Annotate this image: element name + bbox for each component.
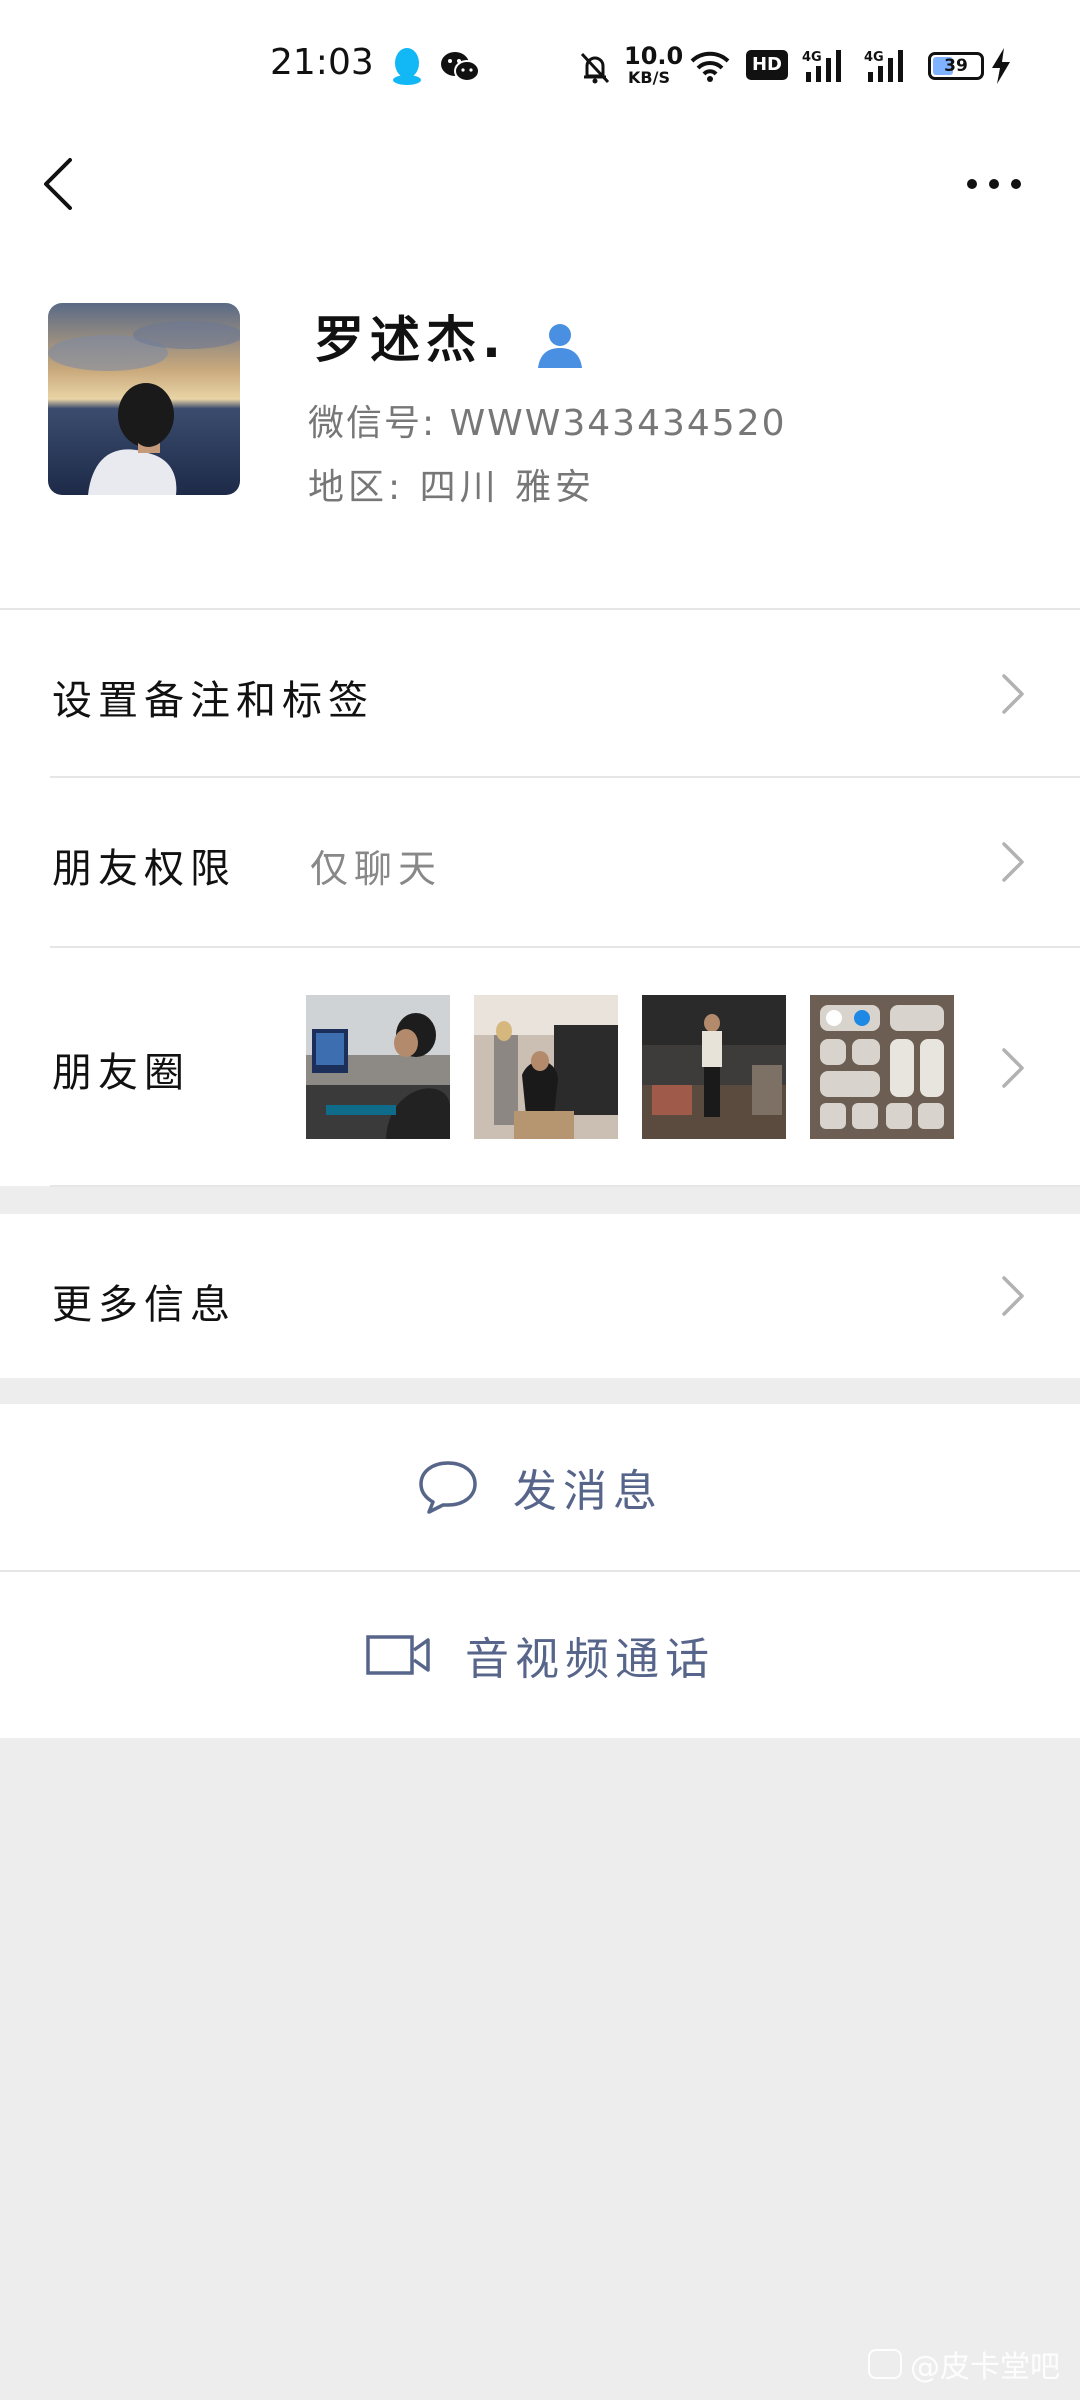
back-chevron-icon[interactable] (38, 156, 78, 212)
battery-icon: 39 (928, 52, 984, 80)
wechat-icon (441, 52, 480, 82)
svg-text:4G: 4G (864, 50, 884, 65)
network-speed-value: 10.0 (624, 42, 684, 70)
moment-photo-thumbnail[interactable] (642, 995, 786, 1139)
friend-permissions-row[interactable]: 朋友权限 仅聊天 (0, 778, 1080, 946)
avatar[interactable] (48, 303, 240, 495)
network-speed: 10.0 KB/S (624, 42, 684, 87)
signal-icon: 4G (802, 50, 841, 82)
wechat-id: 微信号: WWW343434520 (308, 403, 787, 444)
send-message-label: 发消息 (513, 1466, 663, 1517)
video-call-button[interactable]: 音视频通话 (0, 1572, 1080, 1738)
wifi-icon (690, 51, 730, 82)
chevron-right-icon (1002, 1048, 1024, 1088)
send-message-button[interactable]: 发消息 (0, 1404, 1080, 1570)
chevron-right-icon (1002, 842, 1024, 882)
moments-label: 朋友圈 (52, 1050, 190, 1096)
battery-level: 39 (944, 56, 968, 76)
qq-icon (393, 48, 421, 85)
signal-icon: 4G (864, 50, 903, 82)
more-info-row[interactable]: 更多信息 (0, 1214, 1080, 1378)
more-dots-icon[interactable] (964, 170, 1024, 198)
chevron-right-icon (1002, 1276, 1024, 1316)
more-info-label: 更多信息 (52, 1282, 236, 1328)
moment-photo-thumbnail[interactable] (810, 995, 954, 1139)
svg-text:4G: 4G (802, 50, 822, 65)
watermark-logo-icon (868, 2349, 902, 2379)
remark-tags-label: 设置备注和标签 (52, 678, 374, 724)
moment-photo-thumbnail[interactable] (306, 995, 450, 1139)
remark-tags-row[interactable]: 设置备注和标签 (0, 610, 1080, 776)
person-icon (538, 324, 582, 368)
hd-badge: HD (746, 50, 788, 80)
charging-icon (992, 48, 1010, 84)
watermark: @皮卡堂吧 (868, 2342, 1060, 2386)
video-call-content: 音视频通话 (0, 1572, 1080, 1738)
chat-bubble-icon (419, 1461, 477, 1514)
friend-permissions-value: 仅聊天 (310, 847, 443, 891)
chevron-right-icon (1002, 674, 1024, 714)
send-message-content: 发消息 (0, 1404, 1080, 1570)
video-call-label: 音视频通话 (465, 1634, 715, 1685)
region: 地区: 四川 雅安 (308, 467, 596, 508)
status-bar: 21:03 10.0 KB/S HD 4G 4G 39 (0, 0, 1080, 130)
video-camera-icon (366, 1635, 430, 1675)
bell-muted-icon (580, 52, 610, 84)
friend-permissions-label: 朋友权限 (52, 846, 236, 892)
contact-name: 罗述杰. (314, 311, 507, 369)
watermark-text: @皮卡堂吧 (910, 2350, 1060, 2385)
divider (50, 1185, 1080, 1187)
status-time: 21:03 (270, 42, 374, 83)
network-speed-unit: KB/S (628, 68, 670, 87)
moment-photo-thumbnail[interactable] (474, 995, 618, 1139)
